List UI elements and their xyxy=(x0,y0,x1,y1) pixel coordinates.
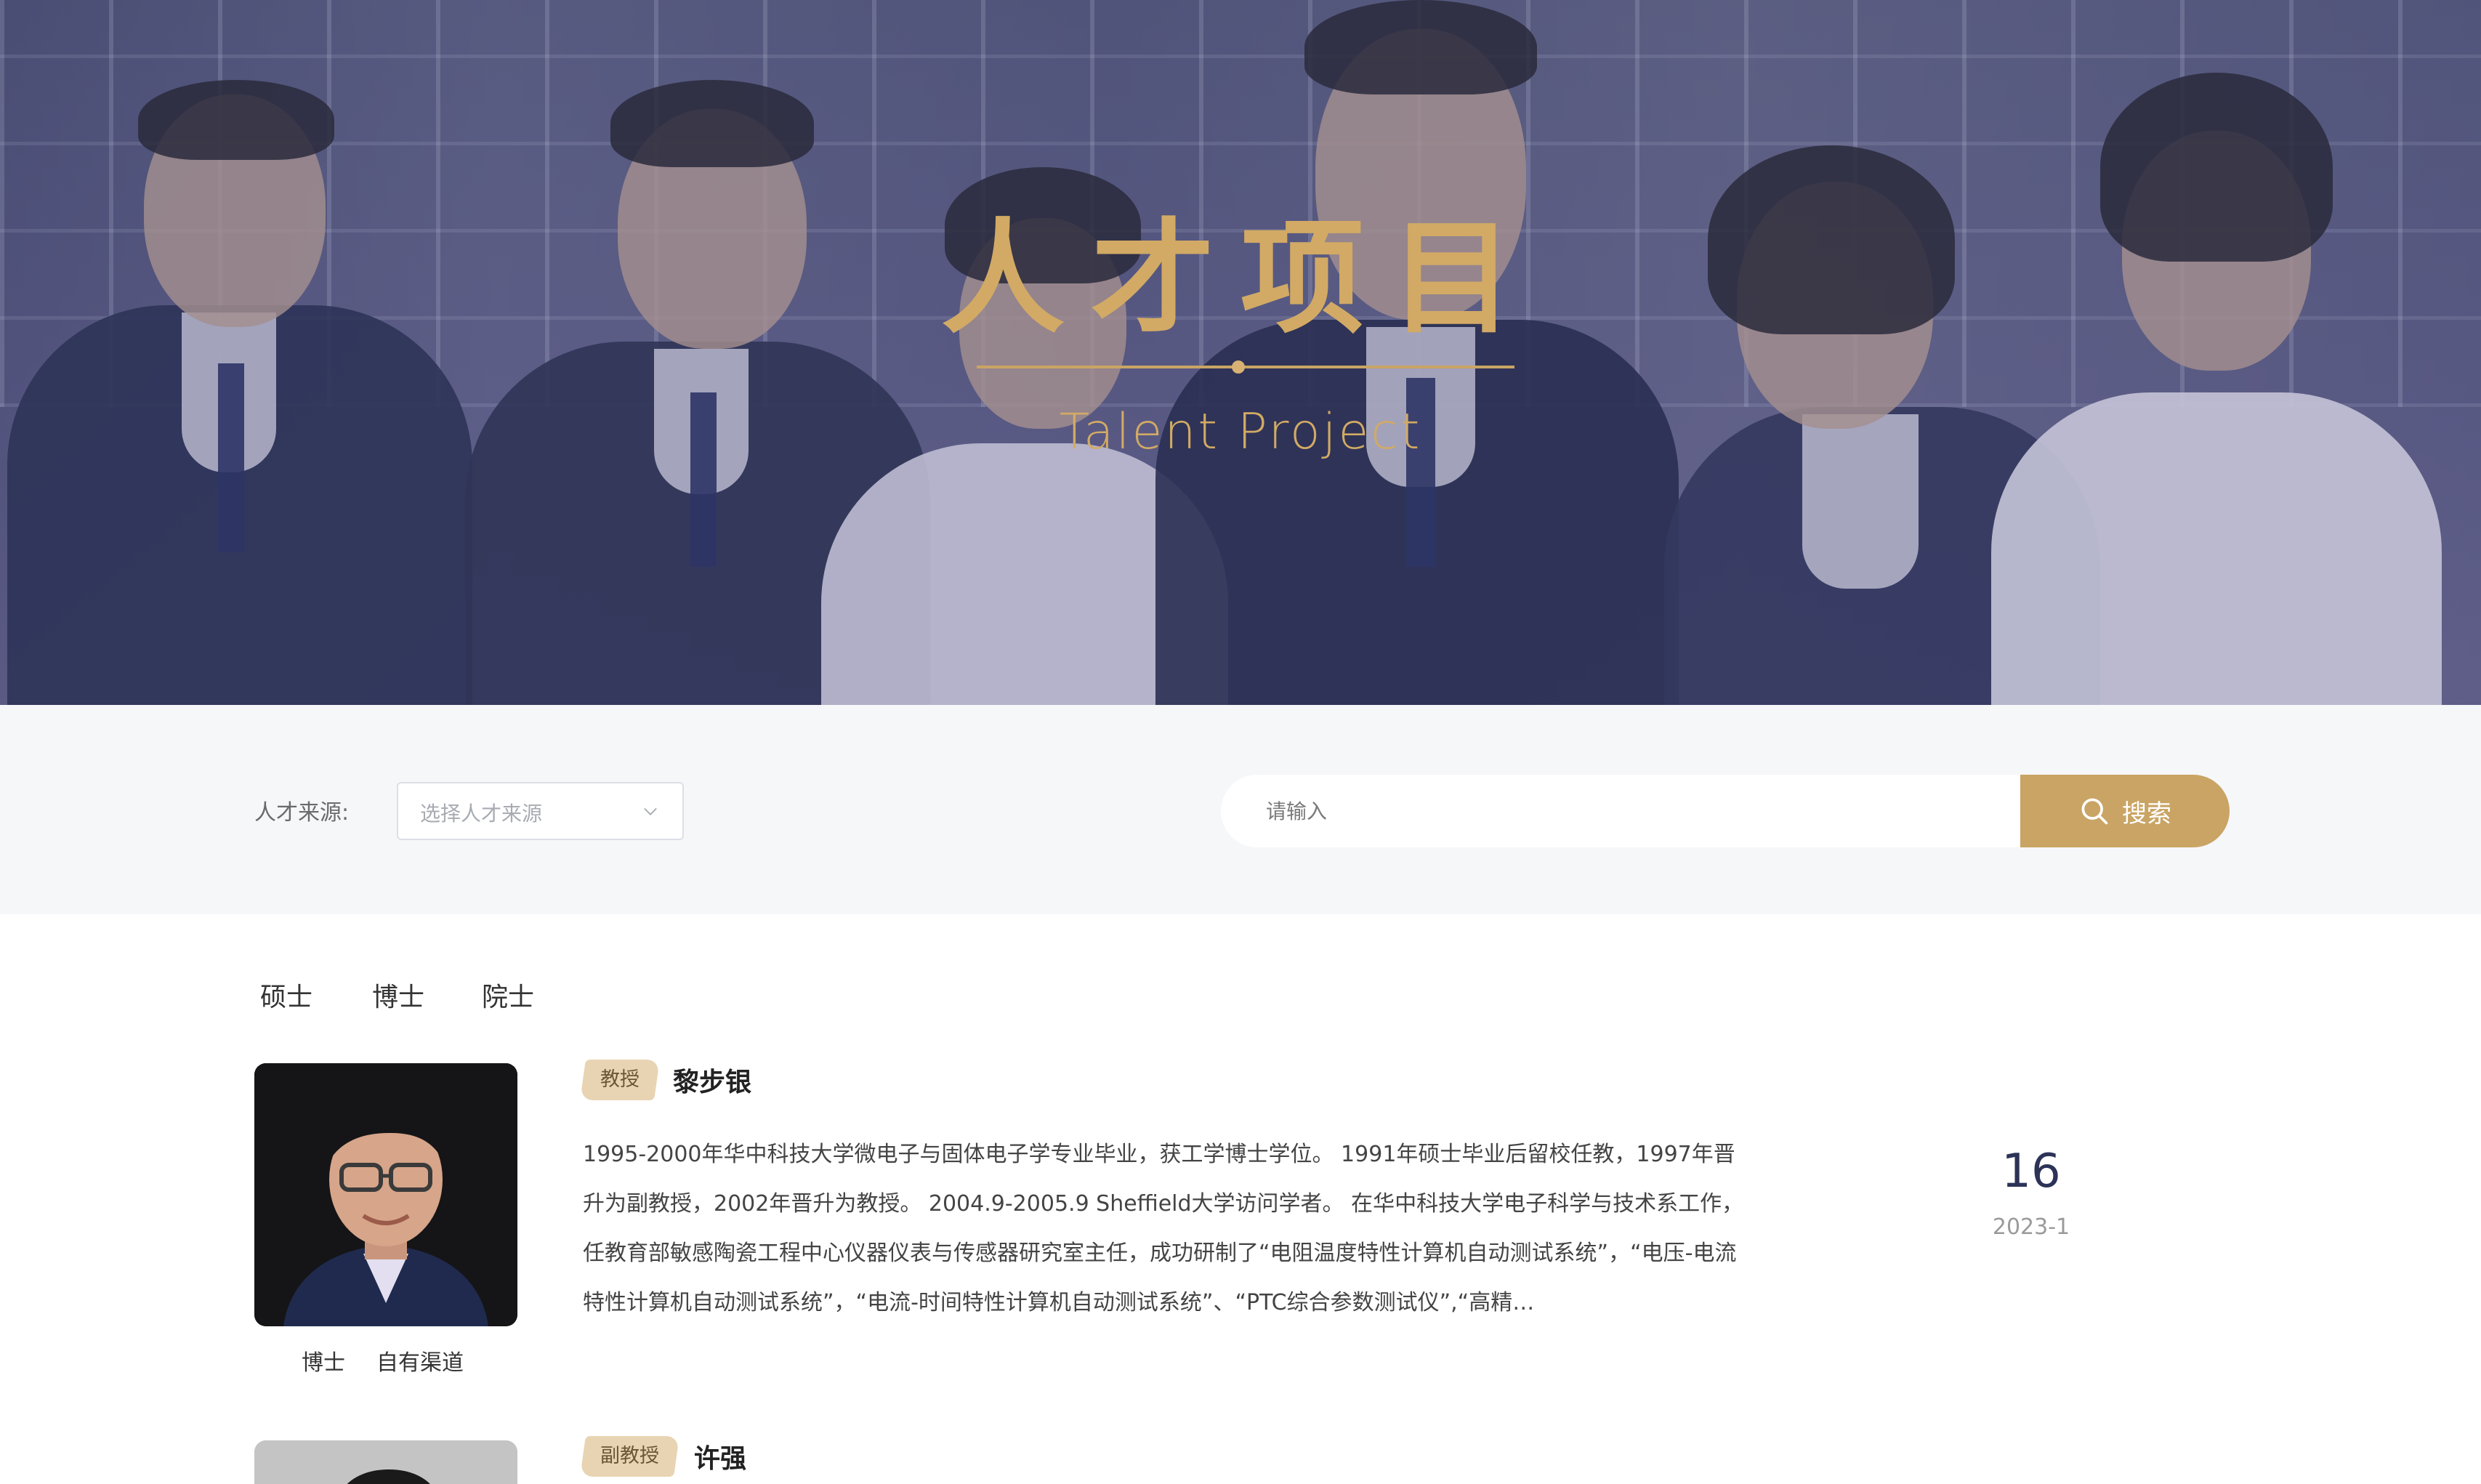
search-button-label: 搜索 xyxy=(2122,799,2171,828)
search-input[interactable] xyxy=(1221,775,2028,847)
source-filter-label: 人才来源: xyxy=(254,800,350,826)
date-day: 16 xyxy=(2001,1145,2061,1198)
talent-channel: 自有渠道 xyxy=(376,1350,464,1376)
chevron-down-icon xyxy=(644,807,657,815)
title-divider-dot xyxy=(1232,360,1245,374)
title-divider xyxy=(977,366,1514,368)
portrait-image xyxy=(254,1063,517,1326)
portrait-image xyxy=(254,1440,517,1484)
source-select[interactable]: 选择人才来源 xyxy=(397,782,684,840)
tab-academician[interactable]: 院士 xyxy=(482,976,534,1014)
talent-name[interactable]: 黎步银 xyxy=(673,1061,751,1099)
page-title: 人才项目 xyxy=(940,207,1540,351)
page-subtitle: Talent Project xyxy=(1059,403,1422,461)
title-badge: 教授 xyxy=(580,1060,660,1100)
talent-photo[interactable] xyxy=(254,1063,517,1326)
hero-banner: 人才项目 Talent Project xyxy=(0,0,2481,705)
talent-description: 1995-2000年华中科技大学微电子与固体电子学专业毕业，获工学博士学位。 1… xyxy=(583,1142,1744,1315)
talent-name[interactable]: 许强 xyxy=(694,1437,746,1475)
date-month: 2023-1 xyxy=(1992,1214,2070,1240)
title-badge: 副教授 xyxy=(580,1436,679,1477)
talent-photo[interactable] xyxy=(254,1440,517,1484)
tab-master[interactable]: 硕士 xyxy=(260,976,312,1014)
title-badge-label: 教授 xyxy=(600,1068,640,1091)
source-select-placeholder: 选择人才来源 xyxy=(420,802,543,826)
title-badge-label: 副教授 xyxy=(600,1445,659,1467)
talent-degree: 博士 xyxy=(302,1350,345,1376)
search-button[interactable]: 搜索 xyxy=(2020,775,2230,847)
search-icon xyxy=(2081,798,2108,825)
tab-doctor[interactable]: 博士 xyxy=(372,976,424,1014)
